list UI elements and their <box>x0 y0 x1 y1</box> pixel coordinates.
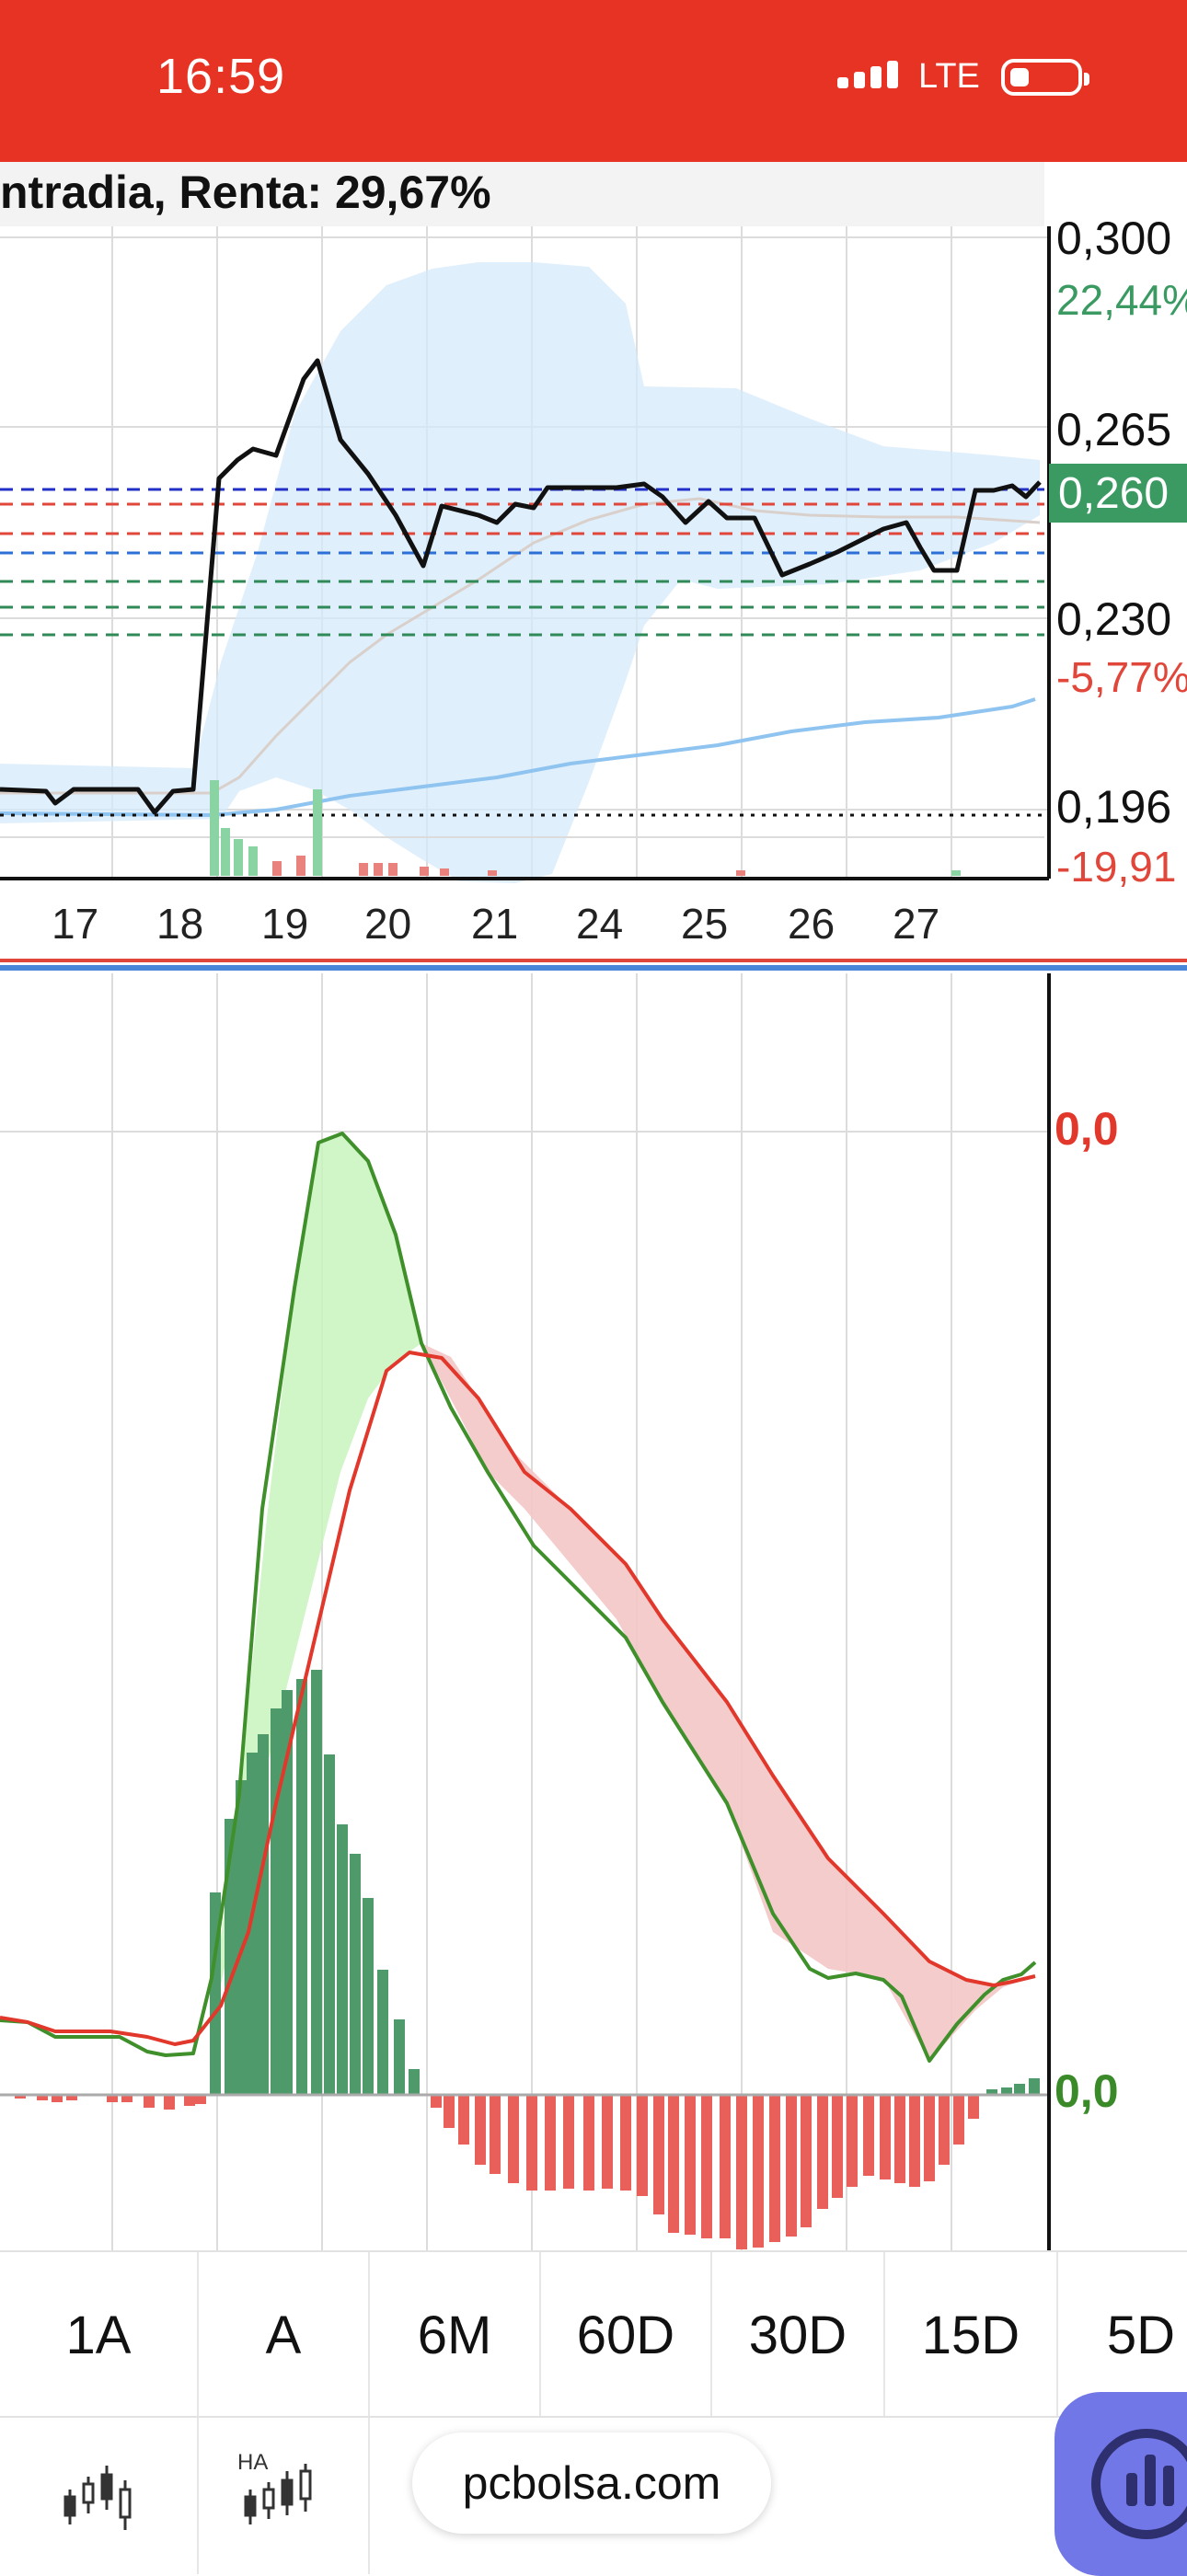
price-label-top-pct: 22,44% <box>1056 276 1187 324</box>
timeframe-a-button[interactable]: A <box>199 2252 370 2418</box>
histogram-bar <box>801 2095 812 2227</box>
histogram-bar <box>924 2095 935 2181</box>
histogram-bar <box>880 2095 891 2179</box>
status-time: 16:59 <box>156 49 286 104</box>
heikin-ashi-button[interactable]: HA <box>199 2418 370 2574</box>
url-pill[interactable]: pcbolsa.com <box>412 2432 771 2534</box>
histogram-bar <box>563 2095 574 2189</box>
histogram-bar <box>545 2095 556 2191</box>
price-label-bottom: 0,196 <box>1056 781 1171 833</box>
histogram-bar <box>909 2095 920 2187</box>
bollinger-band <box>0 262 1040 883</box>
indicator-label-bottom: 0,0 <box>1054 2065 1119 2117</box>
status-bar: 16:59 LTE <box>0 0 1187 162</box>
histogram-bar <box>1014 2084 1025 2095</box>
network-label: LTE <box>918 57 980 96</box>
histogram-bar <box>620 2095 631 2191</box>
histogram-bar <box>409 2069 420 2095</box>
histogram-bar <box>602 2095 613 2189</box>
date-label: 27 <box>893 900 939 948</box>
ha-label: HA <box>237 2450 268 2475</box>
histogram-bar <box>444 2095 455 2128</box>
bar-chart-icon <box>1091 2429 1187 2539</box>
histogram-bar <box>350 1854 361 2095</box>
histogram-bar <box>458 2095 469 2145</box>
battery-icon <box>1001 59 1089 96</box>
histogram-bar <box>863 2095 874 2176</box>
histogram-bar <box>736 2095 747 2249</box>
timeframe-selector: 1A A 6M 60D 30D 15D 5D <box>0 2250 1187 2418</box>
histogram-bar <box>753 2095 764 2248</box>
histogram-bar <box>786 2095 797 2237</box>
histogram-bar <box>490 2095 501 2174</box>
date-label: 26 <box>788 900 835 948</box>
histogram-bar <box>271 1708 282 2095</box>
histogram-bar <box>324 1754 335 2095</box>
histogram-bar <box>394 2019 405 2095</box>
histogram-bar <box>363 1898 374 2095</box>
indicator-label-top: 0,0 <box>1054 1103 1119 1155</box>
histogram-bar <box>637 2095 648 2196</box>
histogram-bar <box>701 2095 712 2238</box>
histogram-bar <box>296 1679 307 2095</box>
histogram-bar <box>377 1970 388 2095</box>
timeframe-60d-button[interactable]: 60D <box>541 2252 712 2418</box>
histogram-bar <box>653 2095 664 2214</box>
histogram-bar <box>247 1753 258 2095</box>
histogram-bar <box>431 2095 442 2108</box>
histogram-bar <box>311 1670 322 2095</box>
histogram-bar <box>184 2095 195 2106</box>
histogram-bar <box>685 2095 696 2235</box>
date-label: 24 <box>576 900 623 948</box>
date-label: 19 <box>261 900 308 948</box>
date-label: 20 <box>364 900 411 948</box>
histogram-bar <box>526 2095 537 2191</box>
chart-area[interactable]: 0,300 22,44% 0,265 0,260 0,230 -5,77% 0,… <box>0 162 1187 2250</box>
timeframe-15d-button[interactable]: 15D <box>885 2252 1058 2418</box>
histogram-bar <box>668 2095 679 2233</box>
date-label: 18 <box>156 900 203 948</box>
histogram-bar <box>817 2095 828 2209</box>
date-axis: 17 18 19 20 21 24 25 26 27 <box>52 900 939 948</box>
histogram-bar <box>144 2095 155 2108</box>
date-label: 25 <box>681 900 728 948</box>
histogram-bar <box>475 2095 486 2165</box>
histogram-bar <box>508 2095 519 2183</box>
price-label-current: 0,260 <box>1058 469 1169 518</box>
price-label-lower-pct: -5,77% <box>1056 653 1187 701</box>
histogram-bar <box>832 2095 843 2198</box>
histogram-bar <box>769 2095 780 2242</box>
histogram-bar <box>894 2095 905 2183</box>
timeframe-30d-button[interactable]: 30D <box>712 2252 885 2418</box>
histogram-bar <box>939 2095 950 2165</box>
histogram-bar <box>583 2095 594 2191</box>
timeframe-1a-button[interactable]: 1A <box>0 2252 199 2418</box>
date-label: 17 <box>52 900 98 948</box>
histogram-bar <box>847 2095 858 2187</box>
price-label-top: 0,300 <box>1056 213 1171 264</box>
histogram-bar <box>1029 2078 1040 2095</box>
histogram-bar <box>164 2095 175 2110</box>
histogram-bar <box>968 2095 979 2119</box>
candlestick-button[interactable] <box>0 2418 199 2574</box>
histogram-bar <box>953 2095 964 2145</box>
histogram-bar <box>720 2095 731 2238</box>
price-label-upper: 0,265 <box>1056 404 1171 455</box>
histogram-bar <box>337 1824 348 2095</box>
price-label-lower: 0,230 <box>1056 593 1171 645</box>
date-label: 21 <box>471 900 518 948</box>
signal-icon <box>837 57 900 88</box>
price-label-bottom-pct: -19,91 <box>1056 843 1176 891</box>
heikin-ashi-icon: HA <box>237 2450 312 2524</box>
chart-fab-button[interactable] <box>1054 2392 1187 2576</box>
timeframe-6m-button[interactable]: 6M <box>370 2252 541 2418</box>
histogram-bar <box>258 1734 269 2095</box>
candlestick-icon <box>63 2466 132 2530</box>
